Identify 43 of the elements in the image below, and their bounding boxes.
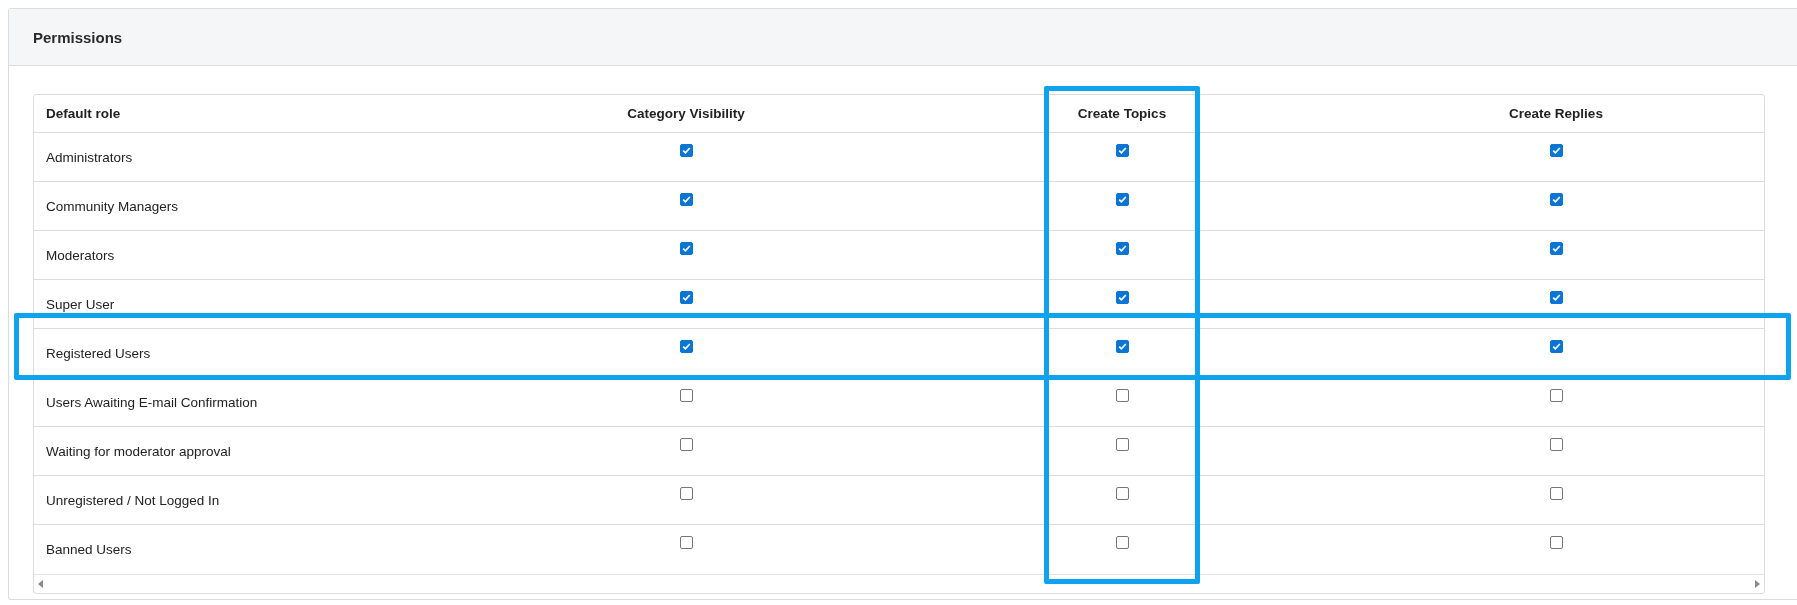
role-cell: Moderators xyxy=(34,230,476,280)
permission-checkbox[interactable] xyxy=(1115,144,1129,157)
role-cell: Users Awaiting E-mail Confirmation xyxy=(34,377,476,427)
permission-checkbox[interactable] xyxy=(1115,340,1129,353)
permission-checkbox[interactable] xyxy=(1549,536,1563,549)
permission-checkbox[interactable] xyxy=(1115,193,1129,206)
permission-checkbox[interactable] xyxy=(679,438,693,451)
permission-checkbox[interactable] xyxy=(1549,144,1563,157)
role-cell: Banned Users xyxy=(34,524,476,574)
permission-checkbox[interactable] xyxy=(679,536,693,549)
permission-checkbox[interactable] xyxy=(1549,340,1563,353)
permission-checkbox[interactable] xyxy=(1549,291,1563,304)
permission-checkbox[interactable] xyxy=(1549,487,1563,500)
role-cell: Registered Users xyxy=(34,328,476,378)
column-header: Category Visibility xyxy=(476,95,896,133)
scroll-left-icon[interactable] xyxy=(38,579,43,588)
role-cell: Administrators xyxy=(34,132,476,182)
role-cell: Community Managers xyxy=(34,181,476,231)
column-header: Create Replies xyxy=(1348,95,1764,133)
permission-checkbox[interactable] xyxy=(1549,389,1563,402)
permission-checkbox[interactable] xyxy=(679,242,693,255)
panel-title: Permissions xyxy=(33,28,123,46)
permission-checkbox[interactable] xyxy=(1115,389,1129,402)
permission-checkbox[interactable] xyxy=(679,291,693,304)
column-header: Create Topics xyxy=(896,95,1348,133)
permission-checkbox[interactable] xyxy=(679,193,693,206)
permission-checkbox[interactable] xyxy=(1115,291,1129,304)
permission-checkbox[interactable] xyxy=(1115,536,1129,549)
role-cell: Unregistered / Not Logged In xyxy=(34,475,476,525)
permission-checkbox[interactable] xyxy=(1549,242,1563,255)
role-cell: Waiting for moderator approval xyxy=(34,426,476,476)
permission-checkbox[interactable] xyxy=(679,340,693,353)
permission-checkbox[interactable] xyxy=(679,389,693,402)
permission-checkbox[interactable] xyxy=(1115,242,1129,255)
permission-checkbox[interactable] xyxy=(1115,438,1129,451)
permission-checkbox[interactable] xyxy=(1549,438,1563,451)
permission-checkbox[interactable] xyxy=(679,144,693,157)
permission-checkbox[interactable] xyxy=(1549,193,1563,206)
permission-checkbox[interactable] xyxy=(1115,487,1129,500)
permission-checkbox[interactable] xyxy=(679,487,693,500)
column-header: Default role xyxy=(34,95,476,133)
scroll-right-icon[interactable] xyxy=(1755,579,1760,588)
role-cell: Super User xyxy=(34,279,476,329)
